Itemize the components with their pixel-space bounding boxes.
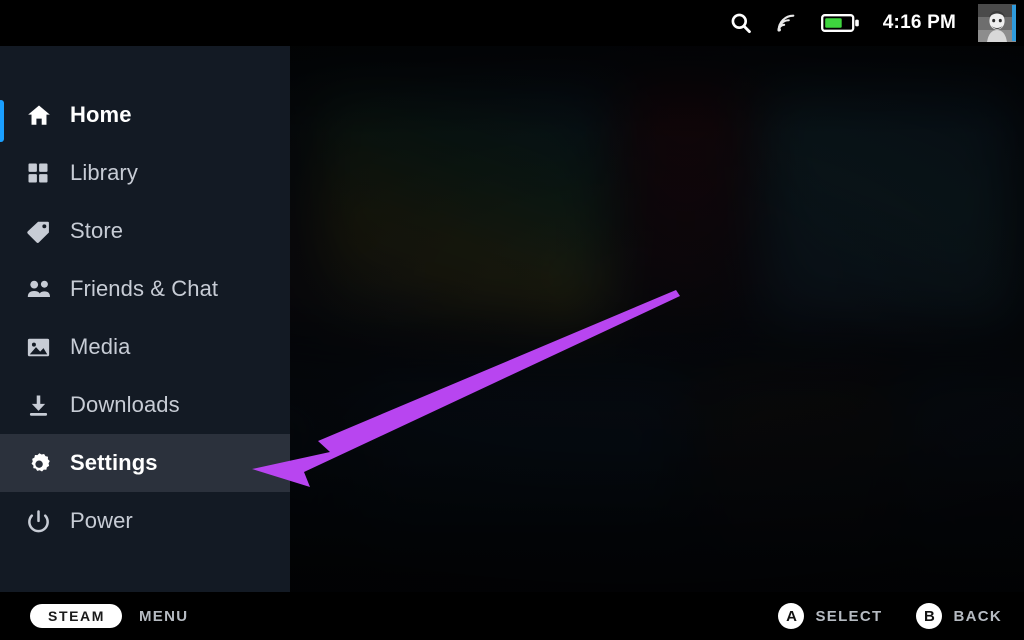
sidebar-item-label: Media (70, 334, 131, 359)
search-icon[interactable] (729, 11, 753, 35)
gear-icon (26, 450, 60, 476)
grid-icon (26, 161, 60, 185)
sidebar-item-label: Home (70, 102, 132, 127)
people-icon (26, 276, 60, 302)
sidebar-item-label: Settings (70, 450, 158, 475)
hint-back[interactable]: B BACK (916, 603, 1002, 629)
steam-deck-ui: 4:16 PM Home Library Store Friends & Cha… (0, 0, 1024, 640)
hint-select[interactable]: A SELECT (778, 603, 882, 629)
avatar[interactable] (978, 4, 1016, 42)
online-status-indicator (1012, 5, 1016, 41)
tag-icon (26, 219, 60, 244)
sidebar-nav-list: Home Library Store Friends & Chat Media … (0, 86, 290, 550)
battery-icon[interactable] (820, 12, 861, 34)
footer-bar: STEAM MENU A SELECT B BACK (0, 592, 1024, 640)
sidebar-item-label: Store (70, 218, 124, 243)
sidebar-item-settings[interactable]: Settings (0, 434, 290, 492)
sidebar-item-label: Friends & Chat (70, 276, 219, 301)
sidebar-item-label: Library (70, 160, 138, 185)
menu-label: MENU (139, 607, 189, 625)
footer-hint-group: A SELECT B BACK (744, 603, 1024, 629)
focus-accent-bar (0, 100, 4, 142)
sidebar-item-label: Downloads (70, 392, 180, 417)
sidebar-item-media[interactable]: Media (0, 318, 290, 376)
sidebar-item-downloads[interactable]: Downloads (0, 376, 290, 434)
power-icon (26, 509, 60, 534)
download-icon (26, 393, 60, 418)
wifi-icon[interactable] (775, 12, 797, 34)
sidebar-item-home[interactable]: Home (0, 86, 290, 144)
home-icon (26, 102, 60, 128)
sidebar-item-power[interactable]: Power (0, 492, 290, 550)
status-bar: 4:16 PM (0, 0, 1024, 46)
sidebar-item-label: Power (70, 508, 133, 533)
button-b-glyph: B (916, 603, 943, 629)
main-menu-sidebar: Home Library Store Friends & Chat Media … (0, 46, 290, 592)
steam-button[interactable]: STEAM (30, 604, 122, 628)
hint-label: SELECT (815, 607, 883, 625)
clock: 4:16 PM (882, 12, 956, 33)
button-a-glyph: A (778, 603, 805, 629)
sidebar-item-store[interactable]: Store (0, 202, 290, 260)
hint-label: BACK (953, 607, 1002, 625)
footer-left-group: STEAM MENU (0, 604, 188, 628)
image-icon (26, 335, 60, 360)
sidebar-item-friends-and-chat[interactable]: Friends & Chat (0, 260, 290, 318)
sidebar-item-library[interactable]: Library (0, 144, 290, 202)
